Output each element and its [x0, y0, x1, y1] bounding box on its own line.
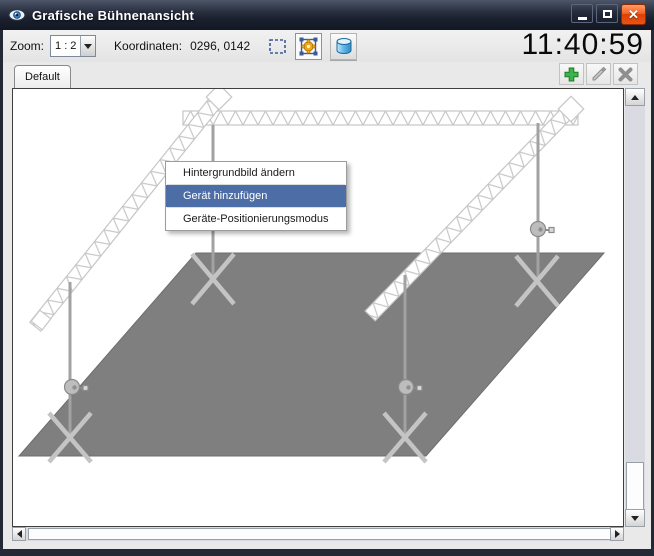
- close-icon: ✕: [628, 8, 639, 21]
- pencil-icon: [591, 66, 607, 82]
- arrow-left-icon: [17, 530, 22, 538]
- zoom-value: 1 : 2: [51, 40, 80, 52]
- zoom-dropdown-button[interactable]: [80, 36, 95, 56]
- zoom-label: Zoom:: [10, 39, 44, 53]
- maximize-button[interactable]: [596, 4, 618, 23]
- horizontal-scroll-thumb[interactable]: [28, 528, 620, 540]
- minimize-button[interactable]: [571, 4, 593, 23]
- tab-label: Default: [25, 71, 60, 83]
- selection-marquee-button[interactable]: [264, 33, 291, 60]
- horizontal-scrollbar[interactable]: [12, 527, 624, 541]
- device-1[interactable]: [531, 222, 555, 237]
- window-title: Grafische Bühnenansicht: [32, 8, 194, 23]
- scroll-right-button[interactable]: [610, 527, 624, 541]
- tab-bar: Default: [3, 62, 651, 88]
- stage-floor: [19, 253, 604, 456]
- app-window: Grafische Bühnenansicht ✕ Zoom: 1 : 2 Ko…: [0, 0, 654, 556]
- stage-drawing: [13, 89, 623, 526]
- tab-default[interactable]: Default: [14, 65, 71, 88]
- cylinder-3d-icon: [335, 37, 353, 55]
- title-bar[interactable]: Grafische Bühnenansicht ✕: [0, 0, 654, 30]
- scroll-up-button[interactable]: [625, 88, 645, 106]
- gray-x-icon: [618, 67, 633, 82]
- toolbar: Zoom: 1 : 2 Koordinaten: 0296, 0142: [3, 30, 651, 62]
- coordinates-label: Koordinaten:: [114, 39, 182, 53]
- minimize-icon: [578, 17, 587, 20]
- snap-grid-button[interactable]: [295, 33, 322, 60]
- digital-clock: 11:40:59: [521, 28, 644, 62]
- 3d-view-button[interactable]: [330, 33, 357, 60]
- menu-item-add-device[interactable]: Gerät hinzufügen: [166, 185, 346, 207]
- snap-grid-icon: [299, 37, 318, 56]
- green-plus-icon: [564, 67, 579, 82]
- menu-item-device-positioning-mode[interactable]: Geräte-Positionierungsmodus: [166, 208, 346, 230]
- maximize-icon: [603, 10, 612, 18]
- arrow-up-icon: [631, 95, 639, 100]
- edit-view-button[interactable]: [586, 63, 611, 85]
- truss-horizontal: [183, 111, 578, 125]
- arrow-right-icon: [615, 530, 620, 538]
- menu-item-change-background[interactable]: Hintergrundbild ändern: [166, 162, 346, 184]
- zoom-select[interactable]: 1 : 2: [50, 35, 96, 57]
- arrow-down-icon: [631, 516, 639, 521]
- scroll-down-button[interactable]: [625, 509, 645, 527]
- close-button[interactable]: ✕: [621, 4, 646, 25]
- scroll-left-button[interactable]: [12, 527, 26, 541]
- selection-marquee-icon: [269, 39, 286, 54]
- vertical-scrollbar[interactable]: [625, 88, 645, 527]
- eye-icon: [8, 8, 26, 22]
- chevron-down-icon: [84, 44, 92, 49]
- vertical-scroll-thumb[interactable]: [626, 462, 644, 510]
- add-view-button[interactable]: [559, 63, 584, 85]
- window-frame-bottom: [0, 549, 654, 556]
- delete-view-button[interactable]: [613, 63, 638, 85]
- stage-canvas[interactable]: [12, 88, 624, 527]
- context-menu: Hintergrundbild ändern Gerät hinzufügen …: [165, 161, 347, 231]
- coordinates-value: 0296, 0142: [190, 39, 250, 53]
